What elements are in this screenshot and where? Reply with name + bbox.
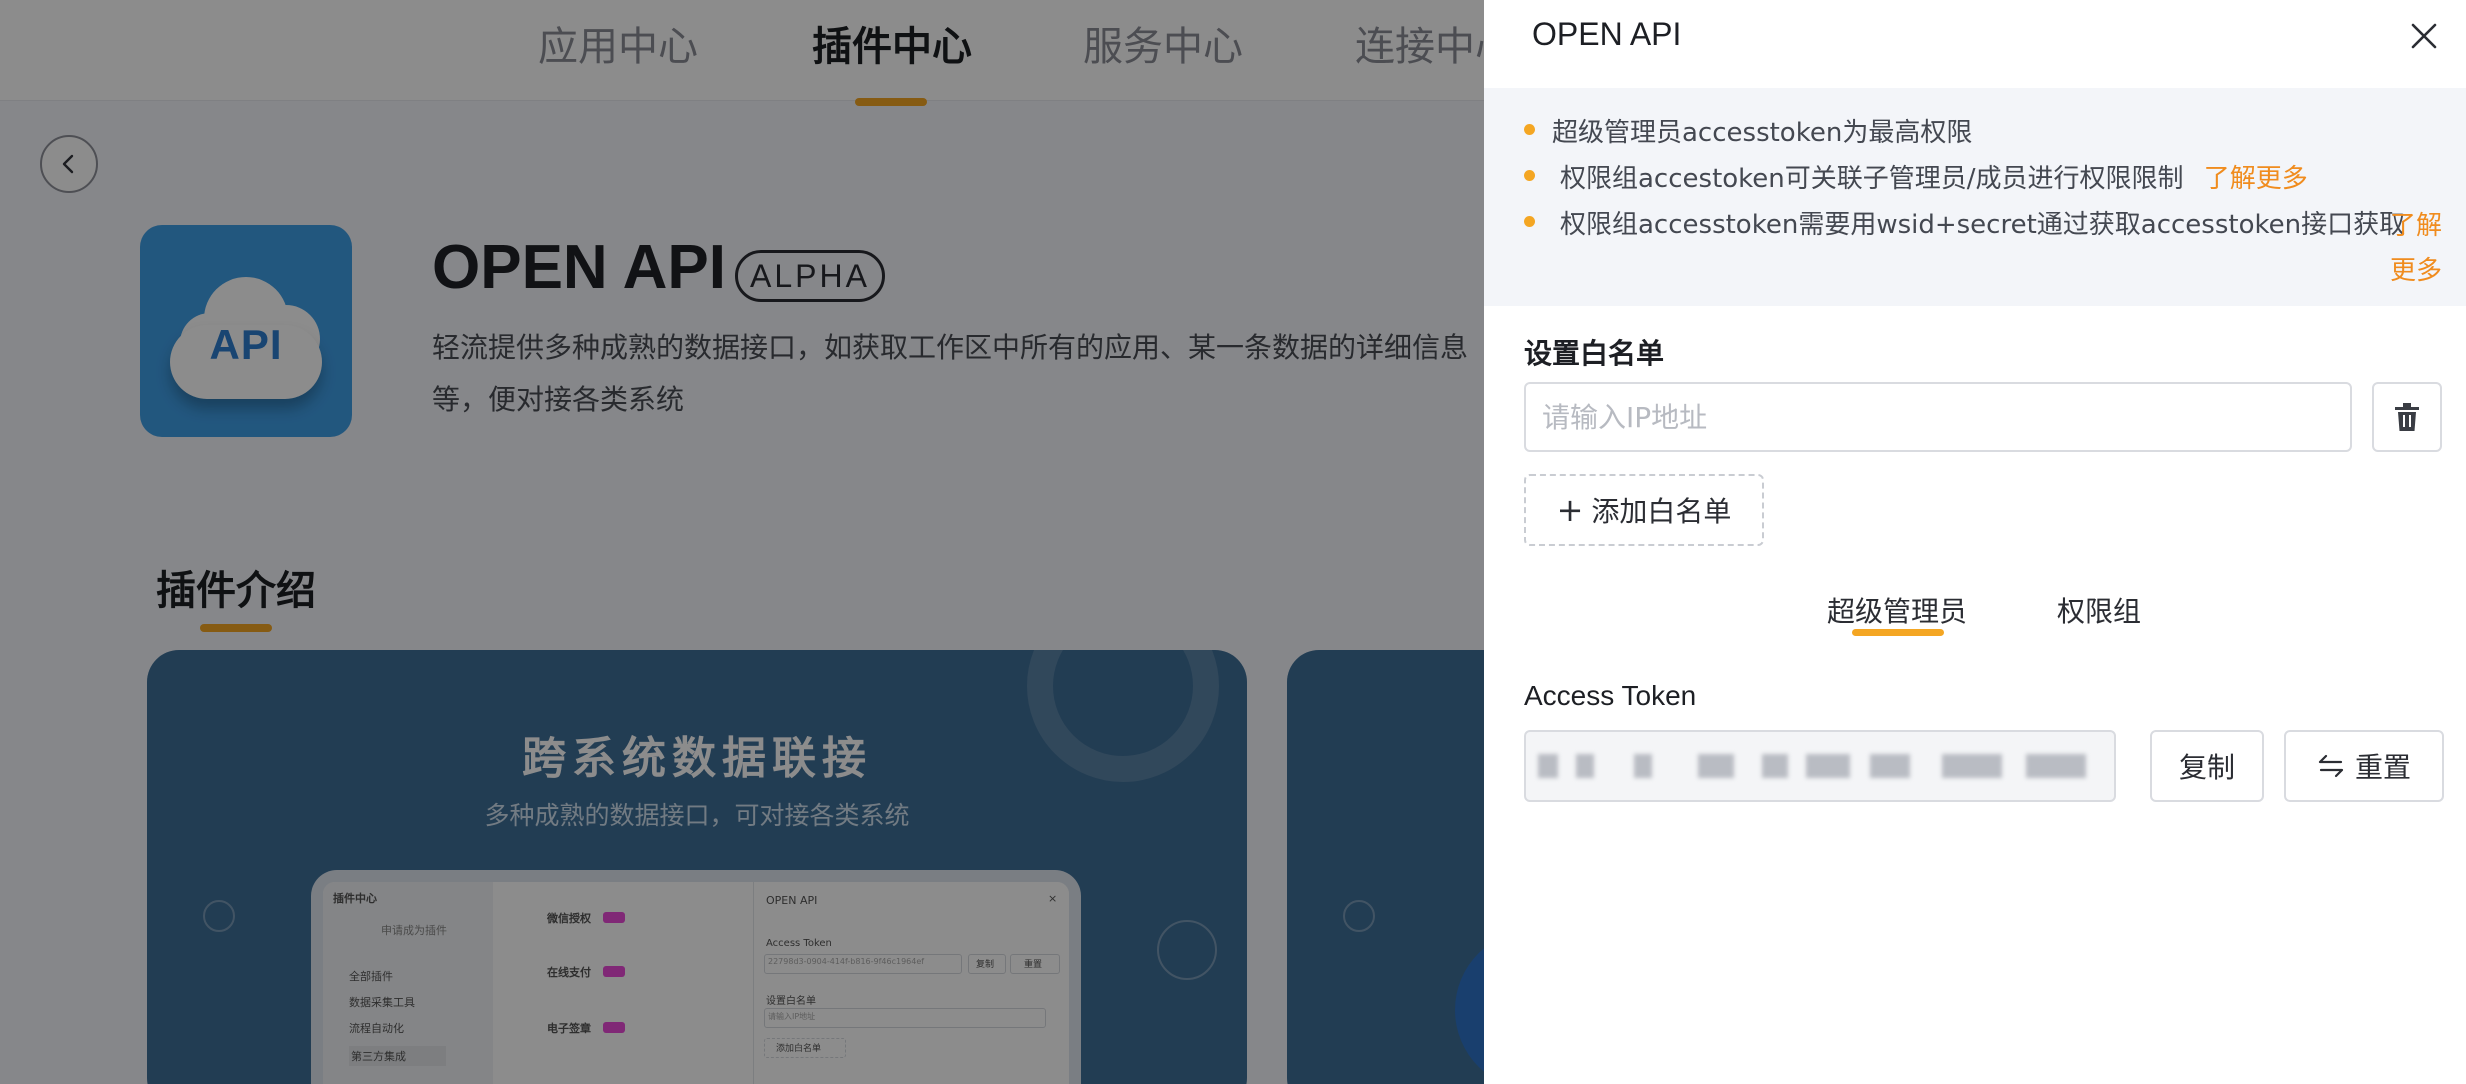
reset-button[interactable]: 重置 — [2284, 730, 2444, 802]
close-icon — [2411, 23, 2437, 49]
modal-overlay[interactable] — [0, 0, 1484, 1084]
learn-more-link[interactable]: 了解更多 — [2204, 164, 2308, 194]
ip-address-input[interactable] — [1524, 382, 2352, 452]
notice-box: 超级管理员accesstoken为最高权限 权限组accestoken可关联子管… — [1484, 88, 2466, 306]
access-token-field[interactable] — [1524, 730, 2116, 802]
access-token-value — [1540, 754, 2100, 780]
whitelist-label: 设置白名单 — [1524, 337, 1665, 370]
trash-icon — [2395, 403, 2419, 431]
add-whitelist-button[interactable]: + 添加白名单 — [1524, 474, 1764, 546]
bullet-dot — [1524, 170, 1535, 181]
notice-item: 权限组accestoken可关联子管理员/成员进行权限限制 了解更多 — [1560, 158, 2308, 195]
active-tab-indicator — [1852, 629, 1944, 636]
notice-text: 超级管理员accesstoken为最高权限 — [1552, 118, 1973, 148]
open-api-drawer: OPEN API 超级管理员accesstoken为最高权限 权限组accest… — [1484, 0, 2466, 1084]
close-button[interactable] — [2408, 20, 2440, 52]
reset-button-label: 重置 — [2354, 751, 2411, 784]
tab-super-admin[interactable]: 超级管理员 — [1827, 590, 1967, 630]
drawer-title: OPEN API — [1532, 16, 1682, 52]
background-page: 应用中心 插件中心 服务中心 连接中心 API OPEN API ALPHA 轻… — [0, 0, 1484, 1084]
notice-item: 超级管理员accesstoken为最高权限 — [1552, 112, 1972, 149]
learn-more-link[interactable]: 了解更多 — [2390, 204, 2444, 294]
tab-permission-group[interactable]: 权限组 — [2057, 590, 2141, 630]
bullet-dot — [1524, 124, 1535, 135]
delete-ip-button[interactable] — [2372, 382, 2442, 452]
plus-icon: + — [1556, 491, 1584, 529]
drawer-header: OPEN API — [1484, 0, 2466, 89]
copy-button[interactable]: 复制 — [2150, 730, 2264, 802]
add-whitelist-label: 添加白名单 — [1591, 495, 1732, 528]
swap-icon — [2318, 754, 2344, 778]
learn-more-link-wrap: 了解更多 — [1524, 204, 2444, 294]
copy-button-label: 复制 — [2178, 751, 2235, 784]
access-token-label: Access Token — [1524, 680, 1697, 711]
notice-text: 权限组accestoken可关联子管理员/成员进行权限限制 — [1560, 164, 2184, 194]
